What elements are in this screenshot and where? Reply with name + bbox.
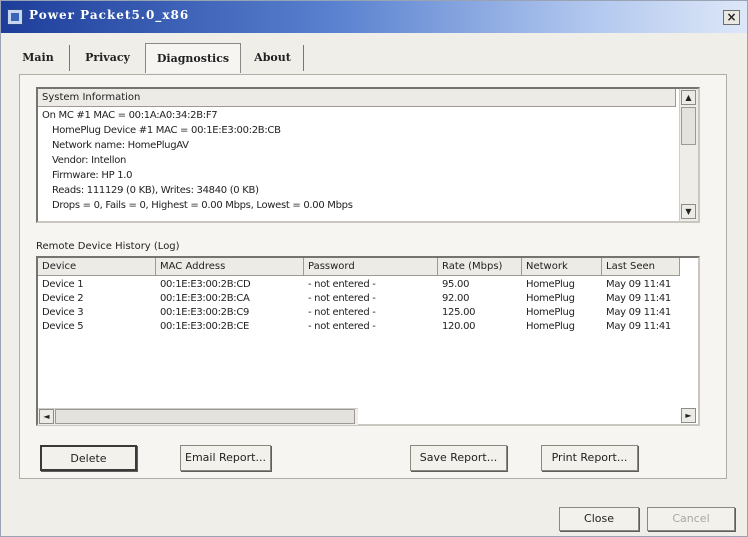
system-info-line: Reads: 111129 (0 KB), Writes: 34840 (0 K… [52,185,259,196]
remote-device-history-label: Remote Device History (Log) [36,241,180,252]
history-horizontal-scrollbar[interactable]: ◄ [38,408,358,425]
system-info-line: Drops = 0, Fails = 0, Highest = 0.00 Mbp… [52,200,353,211]
title-bar[interactable]: Power Packet5.0_x86 × [1,1,747,33]
cell-last-seen: May 09 11:41 [606,307,671,318]
diagnostics-panel: System Information On MC #1 MAC = 00:1A:… [19,74,727,479]
window-close-button[interactable]: × [723,10,740,25]
cell-rate: 95.00 [442,279,470,290]
save-report-button[interactable]: Save Report... [410,445,507,471]
column-header-rate[interactable]: Rate (Mbps) [438,258,522,276]
cell-password: - not entered - [308,321,376,332]
tab-diagnostics[interactable]: Diagnostics [145,43,241,73]
system-info-line: Network name: HomePlugAV [52,140,189,151]
scroll-left-arrow-icon[interactable]: ◄ [39,409,54,424]
cell-last-seen: May 09 11:41 [606,293,671,304]
cell-network: HomePlug [526,307,575,318]
window-title: Power Packet5.0_x86 [29,8,190,22]
tab-strip: Main Privacy Diagnostics About [9,43,309,73]
system-information-header[interactable]: System Information [38,89,676,107]
cell-network: HomePlug [526,279,575,290]
system-information-list[interactable]: System Information On MC #1 MAC = 00:1A:… [36,87,700,223]
cell-password: - not entered - [308,279,376,290]
horizontal-scroll-thumb[interactable] [55,409,355,424]
column-header-password[interactable]: Password [304,258,438,276]
system-info-line: Firmware: HP 1.0 [52,170,133,181]
cell-device: Device 2 [42,293,84,304]
print-report-button[interactable]: Print Report... [541,445,638,471]
cell-rate: 120.00 [442,321,476,332]
column-header-last-seen[interactable]: Last Seen [602,258,680,276]
cell-device: Device 1 [42,279,84,290]
system-info-vertical-scrollbar[interactable]: ▲ ▼ [679,89,698,221]
cell-password: - not entered - [308,293,376,304]
cell-rate: 125.00 [442,307,476,318]
cancel-button[interactable]: Cancel [647,507,735,531]
app-icon [7,9,23,25]
cell-network: HomePlug [526,321,575,332]
cell-mac-address: 00:1E:E3:00:2B:CA [160,293,250,304]
tab-about[interactable]: About [242,45,304,71]
system-info-line: HomePlug Device #1 MAC = 00:1E:E3:00:2B:… [52,125,281,136]
column-header-device[interactable]: Device [38,258,156,276]
cell-mac-address: 00:1E:E3:00:2B:C9 [160,307,250,318]
scroll-down-arrow-icon[interactable]: ▼ [681,204,696,219]
close-button[interactable]: Close [559,507,639,531]
cell-last-seen: May 09 11:41 [606,279,671,290]
scroll-thumb[interactable] [681,107,696,145]
column-header-mac-address[interactable]: MAC Address [156,258,304,276]
cell-network: HomePlug [526,293,575,304]
tab-main[interactable]: Main [9,45,67,71]
tab-privacy[interactable]: Privacy [69,45,145,71]
delete-button[interactable]: Delete [40,445,137,471]
cell-device: Device 3 [42,307,84,318]
cell-mac-address: 00:1E:E3:00:2B:CD [160,279,251,290]
scroll-up-arrow-icon[interactable]: ▲ [681,90,696,105]
cell-password: - not entered - [308,307,376,318]
cell-device: Device 5 [42,321,84,332]
column-header-network[interactable]: Network [522,258,602,276]
scroll-right-arrow-icon[interactable]: ► [681,408,696,423]
cell-last-seen: May 09 11:41 [606,321,671,332]
system-information-lines: On MC #1 MAC = 00:1A:A0:34:2B:F7 HomePlug… [38,108,676,213]
remote-device-history-list[interactable]: Device MAC Address Password Rate (Mbps) … [36,256,700,426]
email-report-button[interactable]: Email Report... [180,445,271,471]
system-info-line: On MC #1 MAC = 00:1A:A0:34:2B:F7 [42,110,218,121]
system-info-line: Vendor: Intellon [52,155,127,166]
cell-rate: 92.00 [442,293,470,304]
app-window: Power Packet5.0_x86 × Main Privacy Diagn… [0,0,748,537]
cell-mac-address: 00:1E:E3:00:2B:CE [160,321,250,332]
